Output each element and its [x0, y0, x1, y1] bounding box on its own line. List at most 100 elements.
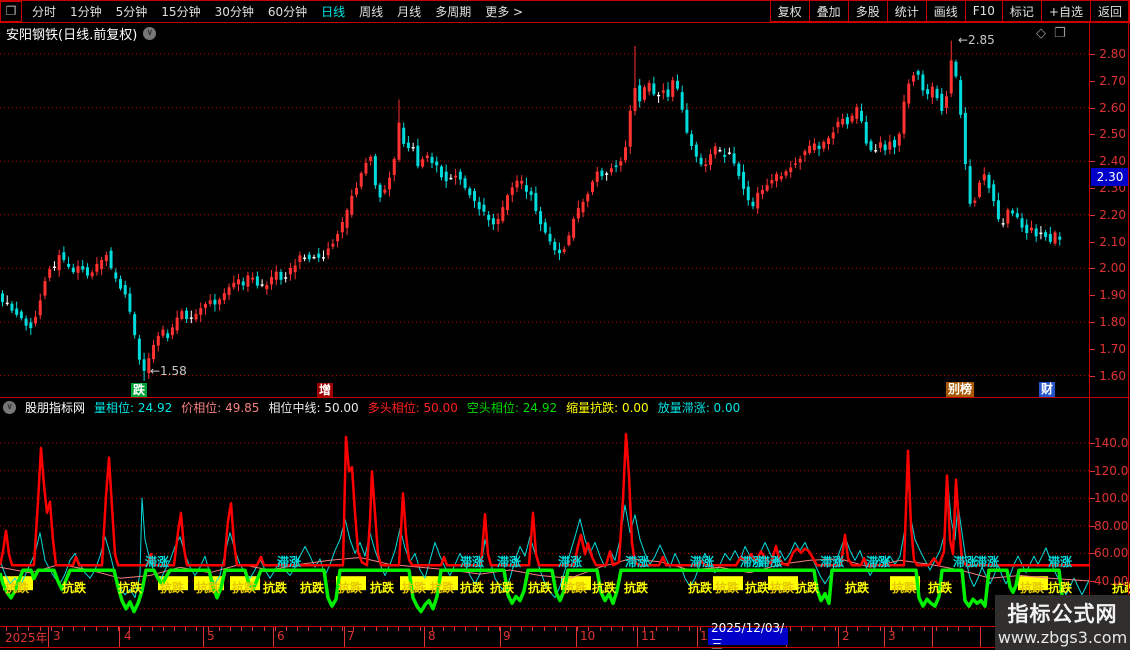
price-axis-tick	[1090, 322, 1095, 323]
price-axis-label: 2.70	[1099, 73, 1126, 88]
time-tick	[857, 627, 858, 631]
axis-border	[1089, 22, 1090, 647]
toolbar-button-复权[interactable]: 复权	[769, 0, 810, 22]
period-tab-5分钟[interactable]: 5分钟	[116, 3, 148, 20]
window-border-top	[0, 0, 1130, 1]
event-badge-财[interactable]: 财	[1039, 382, 1056, 397]
month-boundary	[424, 627, 425, 647]
month-label: 7	[347, 629, 355, 643]
kangdie-label: 抗跌	[1020, 581, 1045, 595]
time-tick	[924, 627, 925, 631]
current-price-box: 2.30	[1091, 168, 1129, 186]
time-tick	[163, 627, 164, 631]
month-label: 2	[842, 629, 850, 643]
kangdie-label: 抗跌	[563, 581, 588, 595]
kangdie-label: 抗跌	[263, 581, 288, 595]
time-tick	[241, 627, 242, 631]
period-tab-多周期[interactable]: 多周期	[435, 3, 471, 20]
indicator-field: 价相位: 49.85	[181, 401, 260, 415]
toolbar-button-画线[interactable]: 画线	[925, 0, 966, 22]
time-tick	[678, 627, 679, 631]
month-label: 6	[277, 629, 285, 643]
kangdie-label: 抗跌	[402, 581, 427, 595]
zhizhang-label: 滞涨	[866, 555, 891, 569]
event-badge-跌[interactable]: 跌	[131, 383, 148, 398]
time-tick	[376, 627, 377, 631]
month-boundary	[838, 627, 839, 647]
time-tick	[84, 627, 85, 631]
period-tabs: 分时 1分钟 5分钟 15分钟 30分钟 60分钟 日线 周线 月线 多周期 更多 >	[22, 3, 523, 20]
indicator-axis-label: 100.0	[1094, 491, 1129, 506]
watermark: 指标公式网 www.zbgs3.com	[995, 595, 1130, 650]
period-tab-15分钟[interactable]: 15分钟	[161, 3, 200, 20]
event-badge-增[interactable]: 增	[317, 383, 334, 398]
kangdie-label: 抗跌	[745, 581, 770, 595]
time-tick	[476, 627, 477, 631]
indicator-axis-tick	[1090, 470, 1095, 472]
chevron-down-icon[interactable]: ∨	[3, 401, 16, 414]
price-axis-label: 1.80	[1099, 315, 1126, 329]
kangdie-label: 抗跌	[338, 581, 363, 595]
price-axis-tick	[1090, 268, 1095, 270]
period-tab-30分钟[interactable]: 30分钟	[215, 3, 254, 20]
month-label: 3	[888, 629, 896, 643]
period-tab-日线[interactable]: 日线	[321, 3, 345, 20]
time-tick	[958, 627, 959, 631]
indicator-axis-label: 60.00	[1094, 546, 1129, 561]
period-tab-1分钟[interactable]: 1分钟	[70, 3, 102, 20]
time-tick	[947, 627, 948, 631]
toolbar-button-标记[interactable]: 标记	[1001, 0, 1042, 22]
price-axis-tick	[1090, 214, 1095, 216]
month-boundary	[576, 627, 577, 647]
kangdie-label: 抗跌	[430, 581, 455, 595]
toolbar-button-多股[interactable]: 多股	[847, 0, 888, 22]
kangdie-label: 抗跌	[845, 581, 870, 595]
time-tick	[488, 627, 489, 631]
period-tab-60分钟[interactable]: 60分钟	[268, 3, 307, 20]
time-tick	[555, 627, 556, 631]
price-axis-tick	[1090, 295, 1095, 297]
toolbar-button-叠加[interactable]: 叠加	[808, 0, 849, 22]
time-tick	[790, 627, 791, 631]
period-tab-月线[interactable]: 月线	[397, 3, 421, 20]
indicator-source[interactable]: 股朋指标网	[25, 399, 85, 416]
price-axis-label: 1.70	[1099, 341, 1126, 356]
time-tick	[443, 627, 444, 631]
candlestick-chart[interactable]	[0, 30, 1090, 397]
indicator-header: ∨ 股朋指标网 量相位: 24.92 价相位: 49.85 相位中线: 50.00 多…	[3, 399, 740, 416]
time-tick	[342, 627, 343, 631]
time-tick	[936, 627, 937, 631]
indicator-field: 放量滞涨: 0.00	[657, 401, 741, 415]
period-tab-更多 >[interactable]: 更多 >	[485, 3, 523, 20]
time-tick	[196, 627, 197, 631]
time-tick	[969, 627, 970, 631]
kangdie-label: 抗跌	[892, 581, 917, 595]
toolbar-separator	[0, 22, 1130, 23]
layout-icon[interactable]: ❐	[0, 0, 22, 22]
time-tick	[387, 627, 388, 631]
price-axis-label: 2.80	[1099, 47, 1126, 61]
month-label: 8	[428, 629, 436, 643]
period-tab-分时[interactable]: 分时	[32, 3, 56, 20]
event-badge-别榜[interactable]: 别榜	[946, 382, 975, 397]
price-annotation: ←2.85	[958, 33, 995, 47]
time-tick	[465, 627, 466, 631]
time-tick	[868, 627, 869, 631]
kangdie-label: 抗跌	[5, 581, 30, 595]
toolbar-button-返回[interactable]: 返回	[1089, 0, 1130, 22]
zhizhang-label: 滞涨	[625, 555, 650, 569]
toolbar-button-统计[interactable]: 统计	[886, 0, 927, 22]
toolbar-button-+自选[interactable]: +自选	[1040, 0, 1091, 22]
month-label: 5	[207, 629, 215, 643]
indicator-axis-label: 80.00	[1094, 518, 1129, 533]
month-boundary	[344, 627, 345, 647]
price-axis-label: 2.40	[1099, 154, 1126, 169]
month-boundary	[203, 627, 204, 647]
indicator-axis-label: 140.0	[1094, 436, 1129, 450]
kangdie-label: 抗跌	[770, 581, 795, 595]
kangdie-label: 抗跌	[528, 581, 553, 595]
period-tab-周线[interactable]: 周线	[359, 3, 383, 20]
zhizhang-label: 滞涨	[460, 555, 485, 569]
toolbar-button-F10[interactable]: F10	[964, 0, 1003, 22]
time-axis[interactable]: 2025年 3 4 5 6 7 8 9 10 11 1 2 3 2025/12/03/三	[0, 621, 1130, 650]
